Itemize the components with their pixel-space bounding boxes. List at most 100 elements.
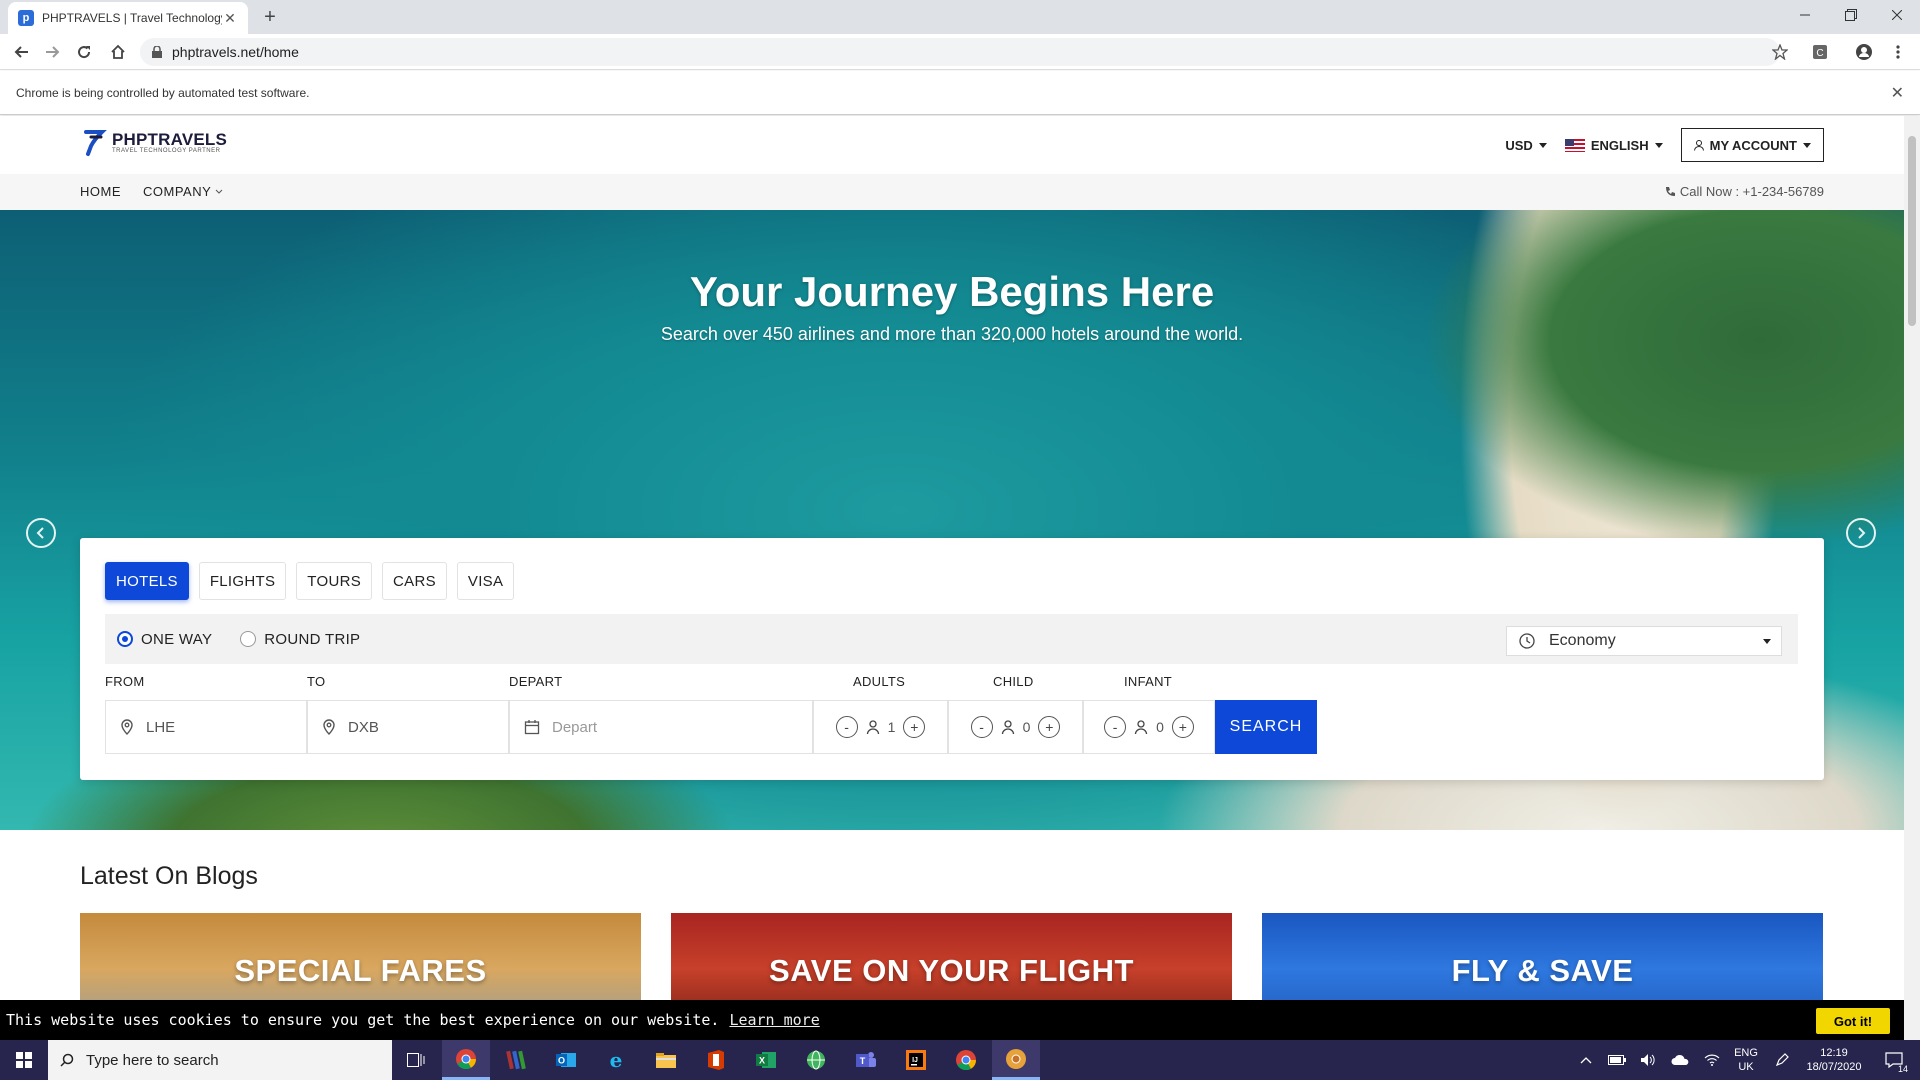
adults-minus-button[interactable]: - (835, 716, 858, 738)
extension-icon[interactable]: C (1808, 40, 1832, 64)
adults-count: 1 (887, 719, 896, 735)
currency-dropdown[interactable]: USD (1505, 138, 1547, 153)
carousel-prev-icon[interactable] (26, 518, 56, 548)
trip-type-row: ONE WAY ROUND TRIP Economy (105, 614, 1798, 664)
show-hidden-icons-chevron-icon[interactable] (1572, 1040, 1600, 1080)
call-now-text: Call Now : +1-234-56789 (1679, 184, 1824, 199)
action-center-icon[interactable]: 14 (1874, 1040, 1914, 1080)
round-trip-radio[interactable]: ROUND TRIP (240, 631, 360, 648)
carousel-next-icon[interactable] (1846, 518, 1876, 548)
search-button[interactable]: SEARCH (1215, 700, 1317, 754)
address-bar[interactable]: phptravels.net/home (140, 38, 1780, 66)
tab-flights[interactable]: FLIGHTS (198, 562, 287, 600)
language-dropdown[interactable]: ENGLISH (1564, 138, 1663, 153)
adults-plus-button[interactable]: + (903, 716, 926, 738)
onedrive-cloud-icon[interactable] (1666, 1040, 1694, 1080)
wifi-icon[interactable] (1698, 1040, 1726, 1080)
hero-banner: Your Journey Begins Here Search over 450… (0, 210, 1904, 830)
pen-workspace-icon[interactable] (1768, 1040, 1796, 1080)
internet-explorer-app-icon[interactable]: e (592, 1040, 640, 1080)
cookie-banner: This website uses cookies to ensure you … (0, 1000, 1904, 1040)
back-arrow-icon[interactable] (10, 40, 34, 64)
to-input[interactable]: DXB (307, 700, 509, 754)
tab-hotels[interactable]: HOTELS (105, 562, 189, 600)
logo-text: PHPTRAVELS (112, 130, 228, 149)
web-page: PHPTRAVELS TRAVEL TECHNOLOGY PARTNER USD… (0, 116, 1904, 1040)
minimize-button[interactable] (1782, 0, 1828, 30)
taskbar-search-box[interactable]: Type here to search (48, 1040, 392, 1080)
office-app-icon[interactable] (692, 1040, 740, 1080)
child-minus-button[interactable]: - (970, 716, 993, 738)
infant-plus-button[interactable]: + (1171, 716, 1194, 738)
home-icon[interactable] (106, 40, 130, 64)
teams-app-icon[interactable]: T (842, 1040, 890, 1080)
site-logo[interactable]: PHPTRAVELS TRAVEL TECHNOLOGY PARTNER (82, 128, 227, 158)
cookie-learn-more-link[interactable]: Learn more (729, 1011, 819, 1029)
svg-text:e: e (610, 1049, 623, 1071)
from-value: LHE (146, 718, 176, 736)
file-explorer-app-icon[interactable] (642, 1040, 690, 1080)
logo-tagline: TRAVEL TECHNOLOGY PARTNER (112, 148, 221, 154)
scrollbar-thumb[interactable] (1908, 136, 1916, 326)
new-tab-button[interactable]: + (258, 6, 282, 30)
phone-icon (1665, 186, 1675, 196)
infant-label: INFANT (1124, 674, 1173, 689)
input-language-indicator[interactable]: ENG UK (1728, 1040, 1764, 1080)
lock-icon (152, 46, 162, 58)
bookmark-star-icon[interactable] (1768, 40, 1792, 64)
forward-arrow-icon[interactable] (40, 40, 64, 64)
menu-kebab-icon[interactable] (1886, 40, 1910, 64)
chrome-second-app-icon[interactable] (942, 1040, 990, 1080)
volume-icon[interactable] (1634, 1040, 1662, 1080)
clock-time: 12:19 (1820, 1047, 1848, 1059)
depart-date-input[interactable]: Depart (509, 700, 813, 754)
tab-title: PHPTRAVELS | Travel Technology (42, 11, 222, 25)
logo-mark-icon (84, 130, 107, 156)
taskbar-clock[interactable]: 12:19 18/07/2020 (1796, 1040, 1872, 1080)
infant-minus-button[interactable]: - (1104, 716, 1127, 738)
caret-down-icon (1763, 638, 1771, 644)
tab-cars[interactable]: CARS (382, 562, 447, 600)
main-menu: HOME COMPANY Call Now : +1-234-56789 (0, 174, 1904, 210)
reload-icon[interactable] (72, 40, 96, 64)
svg-text:C: C (1816, 48, 1823, 59)
task-view-icon[interactable] (392, 1040, 440, 1080)
globe-app-icon[interactable] (792, 1040, 840, 1080)
windows-start-icon[interactable] (0, 1040, 48, 1080)
caret-down-icon (1654, 142, 1663, 148)
windows-taskbar: Type here to search O e X T IJ ENG UK 12… (0, 1040, 1920, 1080)
chrome-app-icon[interactable] (442, 1040, 490, 1080)
child-plus-button[interactable]: + (1038, 716, 1061, 738)
intellij-app-icon[interactable]: IJ (892, 1040, 940, 1080)
close-window-button[interactable] (1874, 0, 1920, 30)
tab-tours[interactable]: TOURS (296, 562, 373, 600)
cabin-class-value: Economy (1549, 632, 1616, 649)
cabin-class-select[interactable]: Economy (1506, 626, 1782, 656)
tab-close-icon[interactable]: ✕ (222, 10, 238, 27)
browser-tab[interactable]: p PHPTRAVELS | Travel Technology ✕ (8, 2, 248, 34)
automation-infobar: Chrome is being controlled by automated … (0, 71, 1920, 115)
tab-visa[interactable]: VISA (456, 562, 515, 600)
search-icon (60, 1053, 74, 1067)
cookie-accept-button[interactable]: Got it! (1816, 1008, 1890, 1034)
to-value: DXB (348, 718, 379, 736)
call-now: Call Now : +1-234-56789 (1664, 184, 1824, 199)
from-input[interactable]: LHE (105, 700, 307, 754)
page-scrollbar[interactable] (1904, 116, 1920, 1040)
to-label: TO (307, 674, 326, 689)
battery-icon[interactable] (1603, 1040, 1631, 1080)
one-way-radio[interactable]: ONE WAY (117, 631, 212, 648)
language-code: ENG (1734, 1047, 1758, 1059)
outlook-app-icon[interactable]: O (542, 1040, 590, 1080)
caret-down-icon (1803, 142, 1811, 148)
profile-icon[interactable] (1852, 40, 1876, 64)
infobar-close-icon[interactable]: ✕ (1891, 83, 1904, 103)
menu-item-home[interactable]: HOME (80, 184, 121, 199)
chrome-testing-app-icon[interactable] (992, 1040, 1040, 1080)
notification-count: 14 (1897, 1064, 1908, 1074)
excel-app-icon[interactable]: X (742, 1040, 790, 1080)
restore-button[interactable] (1828, 0, 1874, 30)
menu-item-company[interactable]: COMPANY (143, 184, 223, 199)
my-account-button[interactable]: MY ACCOUNT (1680, 128, 1824, 162)
winrar-app-icon[interactable] (492, 1040, 540, 1080)
